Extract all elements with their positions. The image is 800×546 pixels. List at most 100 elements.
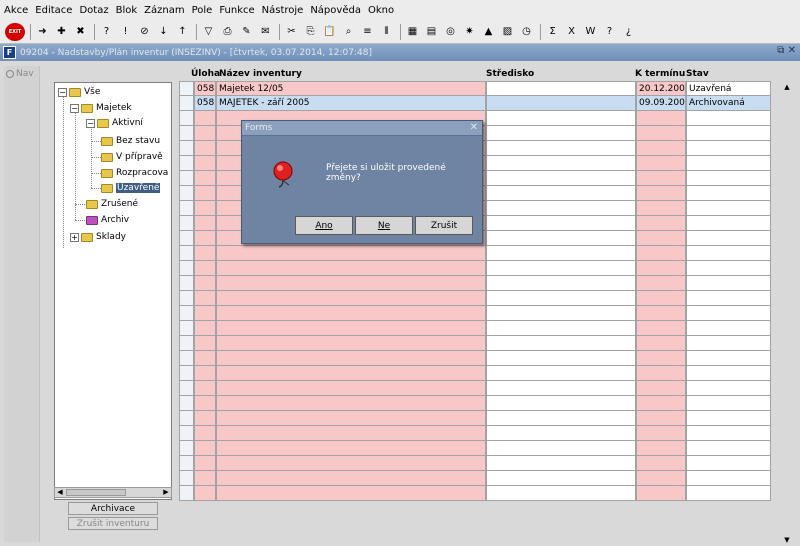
tree-node-archiv[interactable]: Archiv — [86, 213, 129, 227]
name-cell[interactable] — [216, 351, 486, 366]
grid-vertical-scrollbar[interactable]: ▲ ▼ — [781, 82, 793, 545]
task-cell[interactable] — [194, 456, 216, 471]
name-cell[interactable] — [216, 396, 486, 411]
center-cell[interactable] — [486, 456, 636, 471]
name-cell[interactable] — [216, 366, 486, 381]
task-cell[interactable] — [194, 396, 216, 411]
sort-desc-icon[interactable]: ↑ — [174, 23, 191, 40]
building-icon[interactable]: ▦ — [404, 23, 421, 40]
tree-node-rozpracovane[interactable]: Rozpracova — [101, 166, 168, 180]
save-icon[interactable]: ➜ — [34, 23, 51, 40]
term-cell[interactable] — [636, 351, 686, 366]
name-cell[interactable] — [216, 246, 486, 261]
table-row[interactable] — [179, 471, 771, 486]
status-cell[interactable] — [686, 456, 771, 471]
table-row[interactable]: 058 Majetek 12/05 20.12.2005 Uzavřená — [179, 81, 771, 96]
name-cell[interactable] — [216, 456, 486, 471]
center-cell[interactable] — [486, 381, 636, 396]
center-cell[interactable] — [486, 261, 636, 276]
row-selector[interactable] — [179, 231, 194, 246]
task-cell[interactable] — [194, 381, 216, 396]
scroll-up-icon[interactable]: ▲ — [781, 82, 793, 92]
task-cell[interactable] — [194, 111, 216, 126]
copy-icon[interactable]: ⎘ — [302, 23, 319, 40]
row-selector[interactable] — [179, 246, 194, 261]
row-selector[interactable] — [179, 216, 194, 231]
task-cell[interactable] — [194, 216, 216, 231]
center-cell[interactable] — [486, 441, 636, 456]
menu-item[interactable]: Nápověda — [310, 5, 361, 16]
task-cell[interactable] — [194, 351, 216, 366]
center-cell[interactable] — [486, 81, 636, 96]
table-row[interactable] — [179, 336, 771, 351]
table-row[interactable] — [179, 366, 771, 381]
exit-button[interactable]: EXIT — [5, 22, 25, 41]
table-row[interactable] — [179, 321, 771, 336]
no-button[interactable]: Ne — [355, 216, 413, 235]
table-row[interactable] — [179, 276, 771, 291]
term-cell[interactable] — [636, 171, 686, 186]
status-cell[interactable] — [686, 336, 771, 351]
row-selector[interactable] — [179, 411, 194, 426]
term-cell[interactable] — [636, 306, 686, 321]
term-cell[interactable] — [636, 216, 686, 231]
nav-tab[interactable]: Nav — [4, 66, 40, 542]
status-cell[interactable] — [686, 231, 771, 246]
globe-icon[interactable]: ◎ — [442, 23, 459, 40]
status-cell[interactable]: Uzavřená — [686, 81, 771, 96]
task-cell[interactable] — [194, 411, 216, 426]
menu-item[interactable]: Funkce — [219, 5, 254, 16]
term-cell[interactable] — [636, 246, 686, 261]
tree-node-v-priprave[interactable]: V přípravě — [101, 150, 163, 164]
add-icon[interactable]: ✚ — [53, 23, 70, 40]
term-cell[interactable] — [636, 486, 686, 501]
task-cell[interactable] — [194, 471, 216, 486]
scroll-thumb[interactable] — [66, 489, 126, 496]
status-cell[interactable] — [686, 261, 771, 276]
term-cell[interactable] — [636, 471, 686, 486]
excel-icon[interactable]: X — [563, 23, 580, 40]
print-icon[interactable]: ⎙ — [219, 23, 236, 40]
term-cell[interactable] — [636, 456, 686, 471]
tree-node-sklady[interactable]: + Sklady — [70, 230, 126, 244]
center-cell[interactable] — [486, 336, 636, 351]
center-cell[interactable] — [486, 216, 636, 231]
term-cell[interactable] — [636, 126, 686, 141]
task-cell[interactable] — [194, 321, 216, 336]
paste-icon[interactable]: 📋 — [321, 23, 338, 40]
status-cell[interactable] — [686, 291, 771, 306]
center-cell[interactable] — [486, 486, 636, 501]
term-cell[interactable] — [636, 156, 686, 171]
status-cell[interactable] — [686, 201, 771, 216]
collapse-icon[interactable]: − — [70, 103, 79, 113]
term-cell[interactable]: 20.12.2005 — [636, 81, 686, 96]
table-row[interactable] — [179, 486, 771, 501]
term-cell[interactable] — [636, 111, 686, 126]
cancel-inventory-button[interactable]: Zrušit inventuru — [68, 517, 158, 530]
menu-item[interactable]: Akce — [4, 5, 28, 16]
cancel-query-icon[interactable]: ⊘ — [136, 23, 153, 40]
center-cell[interactable] — [486, 306, 636, 321]
query-icon[interactable]: ? — [98, 23, 115, 40]
archive-button[interactable]: Archivace — [68, 502, 158, 515]
center-cell[interactable] — [486, 141, 636, 156]
table-row[interactable] — [179, 411, 771, 426]
menu-item[interactable]: Nástroje — [262, 5, 304, 16]
clock-icon[interactable]: ◷ — [518, 23, 535, 40]
context-help-icon[interactable]: ¿ — [620, 23, 637, 40]
row-selector[interactable] — [179, 111, 194, 126]
name-cell[interactable] — [216, 306, 486, 321]
tree-node-majetek[interactable]: − Majetek — [70, 101, 132, 115]
row-selector[interactable] — [179, 321, 194, 336]
help-icon[interactable]: ? — [601, 23, 618, 40]
center-cell[interactable] — [486, 426, 636, 441]
row-selector[interactable] — [179, 456, 194, 471]
task-cell[interactable] — [194, 441, 216, 456]
task-cell[interactable] — [194, 261, 216, 276]
tree-horizontal-scrollbar[interactable]: ◀ ▶ — [54, 487, 172, 498]
chart-icon[interactable]: ▨ — [499, 23, 516, 40]
scroll-left-icon[interactable]: ◀ — [55, 488, 65, 497]
scroll-down-icon[interactable]: ▼ — [781, 535, 793, 545]
status-cell[interactable] — [686, 426, 771, 441]
columns-icon[interactable]: ⦀ — [378, 23, 395, 40]
